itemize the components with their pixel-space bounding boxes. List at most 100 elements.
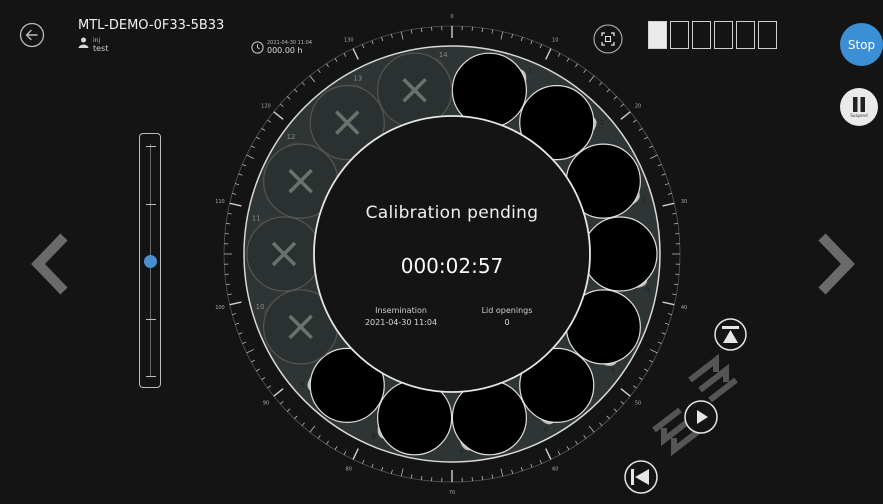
- scale-tick: [286, 96, 291, 100]
- scale-label: 20: [635, 104, 641, 110]
- scale-tick: [229, 202, 242, 207]
- scale-tick: [317, 435, 321, 439]
- scale-tick: [638, 128, 643, 131]
- scale-tick: [232, 313, 237, 315]
- skip-to-top-icon[interactable]: [714, 318, 747, 351]
- scale-tick: [620, 111, 631, 120]
- scale-tick: [352, 48, 359, 60]
- scale-label: 100: [215, 305, 225, 311]
- scale-tick: [421, 28, 423, 33]
- stop-button[interactable]: Stop: [840, 23, 883, 66]
- scale-tick: [638, 377, 643, 380]
- slider-tick: [146, 319, 156, 320]
- suspend-button[interactable]: Suspend: [840, 88, 878, 126]
- insemination-label: Insemination: [375, 306, 427, 315]
- scale-tick: [235, 183, 240, 186]
- slot-6[interactable]: [758, 21, 777, 49]
- scale-tick: [352, 448, 359, 460]
- elapsed-hours: 000.00 h: [267, 46, 303, 55]
- play-icon[interactable]: [684, 400, 718, 434]
- well-number: 14: [439, 51, 448, 59]
- scale-tick: [381, 466, 384, 471]
- scale-tick: [232, 193, 237, 195]
- skip-to-start-icon[interactable]: [624, 460, 658, 494]
- slider-handle[interactable]: [144, 255, 157, 268]
- fit-screen-icon[interactable]: [593, 24, 623, 54]
- slot-2[interactable]: [670, 21, 689, 49]
- scale-tick: [491, 29, 494, 34]
- well-4: [582, 216, 658, 292]
- scale-tick: [672, 293, 677, 296]
- scale-tick: [644, 368, 648, 372]
- back-arrow-icon[interactable]: [19, 22, 45, 48]
- slot-5[interactable]: [736, 21, 755, 49]
- scale-tick: [566, 446, 570, 450]
- scale-tick: [649, 145, 653, 149]
- scale-tick: [633, 119, 637, 123]
- slot-indicator[interactable]: [648, 21, 777, 49]
- well-number: 4: [646, 286, 651, 294]
- user-icon: [78, 37, 89, 48]
- scale-tick: [588, 425, 595, 433]
- scale-tick: [649, 359, 653, 363]
- lid-openings-label: Lid openings: [481, 306, 533, 315]
- scale-tick: [391, 469, 393, 474]
- scale-label: 110: [215, 199, 225, 205]
- scale-tick: [672, 212, 677, 215]
- scale-tick: [657, 164, 662, 167]
- scale-tick: [511, 34, 513, 39]
- scale-tick: [238, 173, 243, 176]
- scale-tick: [633, 385, 637, 389]
- scale-tick: [599, 422, 603, 426]
- scale-tick: [588, 75, 595, 83]
- scale-tick: [410, 474, 413, 479]
- scale-tick: [227, 212, 232, 215]
- scale-tick: [371, 40, 374, 45]
- scale-tick: [261, 128, 266, 131]
- scale-tick: [400, 468, 404, 477]
- clock-icon: [251, 41, 264, 54]
- slot-4[interactable]: [714, 21, 733, 49]
- scale-tick: [334, 58, 338, 62]
- scale-tick: [599, 82, 603, 86]
- scale-label: 80: [346, 466, 352, 472]
- scale-label: 70: [449, 490, 455, 496]
- scale-tick: [661, 173, 666, 176]
- scale-tick: [662, 301, 675, 306]
- scale-tick: [294, 88, 298, 93]
- scale-tick: [620, 103, 624, 107]
- slot-1[interactable]: [648, 21, 667, 49]
- chevron-right-icon[interactable]: [818, 233, 858, 295]
- device-name: MTL-DEMO-0F33-5B33: [78, 18, 225, 33]
- scale-tick: [613, 96, 618, 100]
- well-number: 7: [459, 449, 463, 457]
- scale-tick: [273, 388, 284, 397]
- slot-3[interactable]: [692, 21, 711, 49]
- scale-tick: [309, 425, 316, 433]
- well-number: 11: [252, 214, 261, 222]
- user-info: inj test: [78, 37, 108, 53]
- slider-tick: [146, 204, 156, 205]
- scale-label: 130: [344, 38, 354, 44]
- scale-tick: [530, 40, 533, 45]
- scale-tick: [343, 451, 347, 455]
- well-number: 3: [642, 197, 646, 205]
- zoom-slider[interactable]: [139, 133, 161, 388]
- scale-label: 30: [681, 199, 687, 205]
- fast-forward-icon[interactable]: [686, 350, 738, 402]
- well-number: 12: [287, 133, 296, 141]
- chevron-left-icon[interactable]: [28, 233, 68, 295]
- scale-tick: [613, 408, 618, 412]
- well-number: 13: [353, 75, 362, 83]
- scale-tick: [267, 385, 271, 389]
- scale-tick: [583, 69, 587, 73]
- well-number: 2: [600, 119, 604, 127]
- scale-tick: [256, 368, 260, 372]
- scale-tick: [421, 475, 423, 480]
- scale-tick: [500, 31, 504, 40]
- well-number: 10: [256, 303, 265, 311]
- scale-tick: [238, 332, 243, 335]
- scale-tick: [575, 440, 578, 445]
- scale-tick: [280, 103, 284, 107]
- scale-tick: [410, 29, 413, 34]
